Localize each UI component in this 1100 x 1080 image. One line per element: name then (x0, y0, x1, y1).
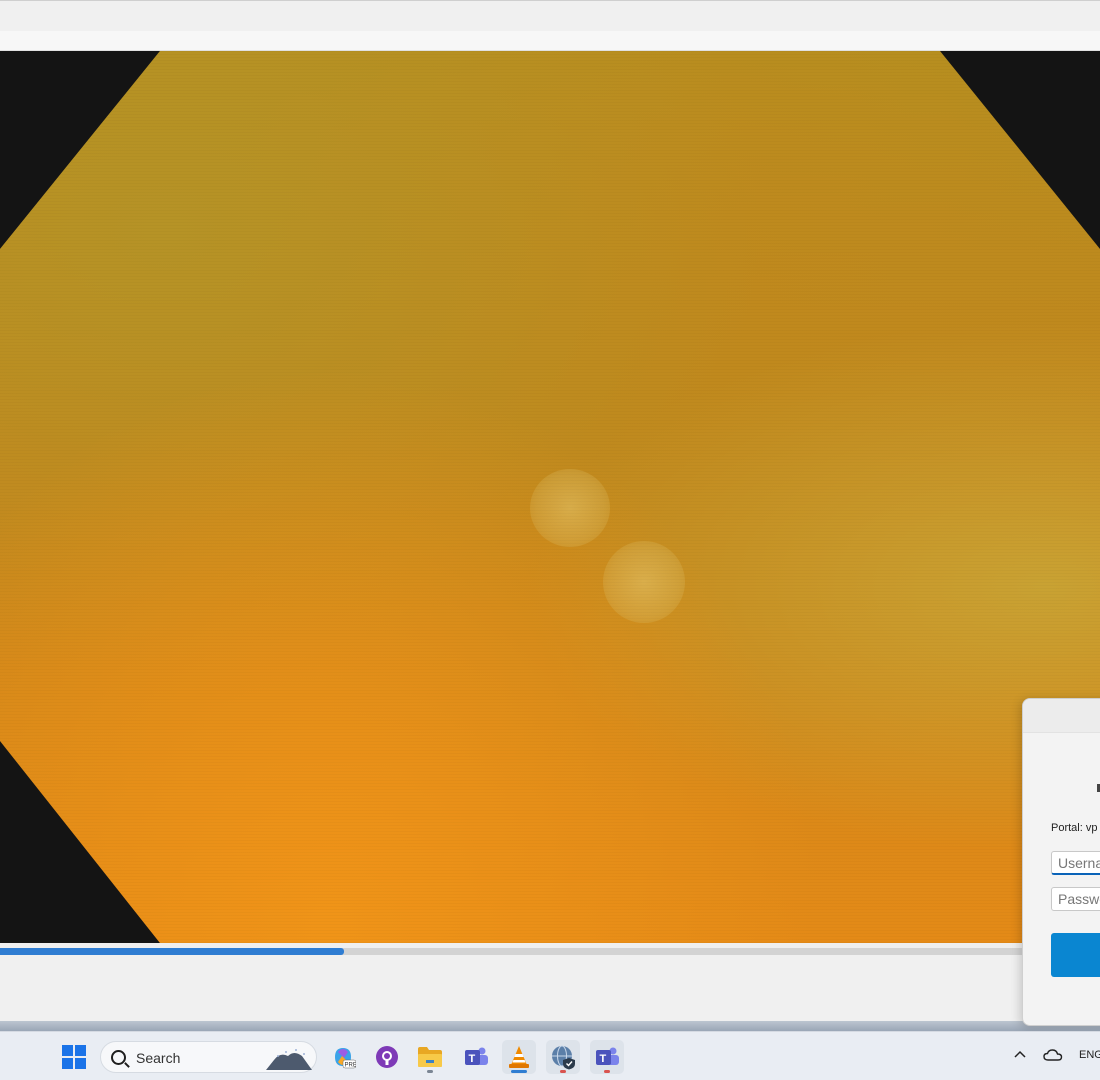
copilot-icon: PRE (335, 1048, 357, 1069)
taskbar-github[interactable] (370, 1040, 404, 1074)
start-button[interactable] (57, 1040, 91, 1074)
vpn-signin-dialog: Portal: vp (1022, 698, 1100, 1026)
video-frame (0, 51, 1100, 943)
search-icon (111, 1050, 126, 1065)
portal-label: Portal: vp (1051, 822, 1098, 834)
seek-progress (0, 948, 345, 955)
background-window-sliver (0, 1021, 1100, 1031)
search-label: Search (136, 1050, 181, 1066)
cloud-icon (1043, 1049, 1063, 1061)
dialog-header (1023, 699, 1100, 733)
github-icon (376, 1046, 398, 1068)
video-area[interactable] (0, 51, 1100, 943)
lens-flare (530, 469, 610, 547)
connect-button[interactable] (1051, 933, 1100, 977)
taskbar-teams[interactable]: T (459, 1040, 493, 1074)
search-highlight-icon (266, 1049, 312, 1070)
vlc-cone-icon (509, 1046, 529, 1068)
svg-text:T: T (600, 1053, 607, 1065)
player-controls-area (0, 955, 1100, 1021)
taskbar-vlc[interactable] (502, 1040, 536, 1074)
windows-logo-icon (62, 1045, 86, 1069)
tray-overflow-chevron[interactable] (1013, 1049, 1027, 1059)
seek-bar[interactable] (0, 948, 1022, 955)
active-window-indicator (511, 1070, 527, 1073)
taskbar-file-explorer[interactable] (413, 1040, 447, 1074)
teams-icon: T (465, 1047, 488, 1065)
taskbar-search-box[interactable]: Search (100, 1041, 317, 1073)
folder-icon (418, 1047, 442, 1067)
window-menubar (0, 31, 1100, 51)
lens-flare (603, 541, 685, 623)
taskbar-copilot[interactable]: PRE (326, 1040, 360, 1074)
svg-text:PRE: PRE (345, 1063, 357, 1069)
password-input[interactable] (1051, 887, 1100, 911)
taskbar-teams-work[interactable]: T (590, 1040, 624, 1074)
taskbar: Search PRE T T ENG (0, 1031, 1100, 1080)
chevron-up-icon (1014, 1050, 1026, 1058)
username-input[interactable] (1051, 851, 1100, 875)
running-indicator (427, 1070, 433, 1073)
tray-onedrive[interactable] (1043, 1048, 1063, 1062)
running-indicator (604, 1070, 610, 1073)
language-indicator[interactable]: ENG (1079, 1049, 1100, 1061)
taskbar-vpn[interactable] (546, 1040, 580, 1074)
teams-icon: T (596, 1047, 619, 1065)
window-titlebar (0, 0, 1100, 31)
globe-shield-icon (552, 1045, 575, 1070)
running-indicator (560, 1070, 566, 1073)
svg-text:T: T (469, 1053, 476, 1065)
